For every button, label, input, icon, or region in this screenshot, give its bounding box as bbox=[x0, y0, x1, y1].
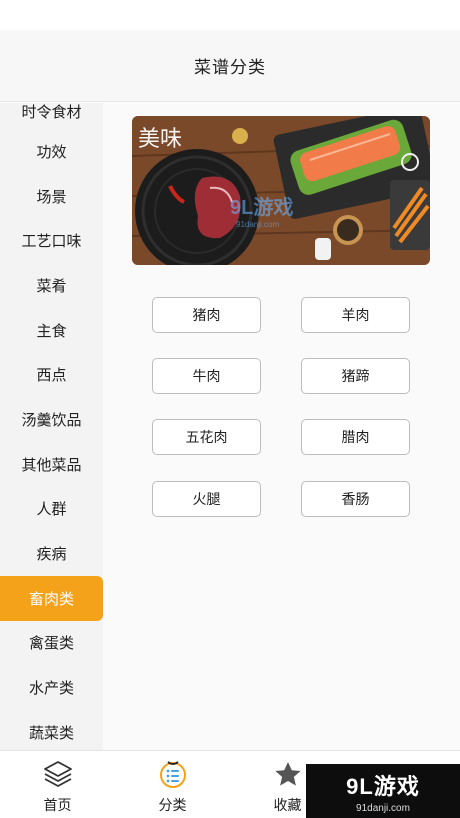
sidebar-list: 时令食材 功效 场景 工艺口味 菜肴 主食 西点 汤羹饮品 其他菜品 人群 疾病… bbox=[0, 103, 103, 750]
category-banner[interactable]: 美味 9L游戏 91danji.com bbox=[132, 116, 430, 265]
sidebar-item-soup-drinks[interactable]: 汤羹饮品 bbox=[0, 397, 103, 442]
layers-icon bbox=[42, 759, 74, 789]
tag-pork-button[interactable]: 猪肉 bbox=[152, 297, 261, 333]
sidebar-item-disease[interactable]: 疾病 bbox=[0, 531, 103, 576]
tag-label: 腊肉 bbox=[341, 429, 370, 445]
tab-label: 收藏 bbox=[273, 797, 302, 813]
main-content: 美味 9L游戏 91danji.com 猪肉 羊肉 牛肉 猪蹄 五花肉 腊肉 火… bbox=[103, 103, 460, 750]
page-header: 菜谱分类 bbox=[0, 30, 460, 102]
page-title: 菜谱分类 bbox=[194, 58, 266, 77]
status-bar bbox=[0, 0, 460, 30]
sidebar-item-label: 工艺口味 bbox=[21, 233, 82, 251]
sidebar-item-staple[interactable]: 主食 bbox=[0, 308, 103, 353]
sidebar-item-poultry-eggs[interactable]: 禽蛋类 bbox=[0, 621, 103, 666]
banner-watermark-logo: 9L游戏 bbox=[230, 195, 293, 219]
sidebar-item-efficacy[interactable]: 功效 bbox=[0, 129, 103, 174]
sidebar-item-label: 主食 bbox=[36, 322, 67, 340]
tag-sausage-button[interactable]: 香肠 bbox=[301, 481, 410, 517]
sidebar-item-pastry[interactable]: 西点 bbox=[0, 352, 103, 397]
tag-ham-button[interactable]: 火腿 bbox=[152, 481, 261, 517]
site-watermark: 9L游戏 91danji.com bbox=[306, 764, 460, 818]
sidebar-item-label: 功效 bbox=[36, 143, 67, 161]
tag-cured-meat-button[interactable]: 腊肉 bbox=[301, 419, 410, 455]
tab-home[interactable]: 首页 bbox=[0, 751, 115, 818]
tag-label: 猪蹄 bbox=[341, 368, 370, 384]
sidebar-item-seafood[interactable]: 水产类 bbox=[0, 665, 103, 710]
sidebar-item-label: 其他菜品 bbox=[21, 456, 82, 474]
sidebar-item-label: 水产类 bbox=[28, 680, 74, 698]
tag-beef-button[interactable]: 牛肉 bbox=[152, 358, 261, 394]
banner-overlay-text: 美味 bbox=[138, 126, 182, 151]
watermark-url: 91danji.com bbox=[356, 802, 410, 814]
tab-label: 分类 bbox=[158, 797, 187, 813]
sidebar-item-seasonal[interactable]: 时令食材 bbox=[0, 103, 103, 129]
sidebar-item-label: 菜肴 bbox=[36, 277, 67, 295]
tag-pig-trotter-button[interactable]: 猪蹄 bbox=[301, 358, 410, 394]
sidebar-item-vegetables[interactable]: 蔬菜类 bbox=[0, 710, 103, 750]
tag-label: 五花肉 bbox=[185, 429, 228, 445]
tab-category[interactable]: 分类 bbox=[115, 751, 230, 818]
sidebar-item-craft-taste[interactable]: 工艺口味 bbox=[0, 218, 103, 263]
sidebar-item-label: 西点 bbox=[36, 367, 67, 385]
tag-label: 羊肉 bbox=[341, 307, 370, 323]
sidebar-item-label: 人群 bbox=[36, 501, 67, 519]
tag-mutton-button[interactable]: 羊肉 bbox=[301, 297, 410, 333]
sidebar-item-label: 汤羹饮品 bbox=[21, 411, 82, 429]
sidebar-item-dishes[interactable]: 菜肴 bbox=[0, 263, 103, 308]
sidebar-item-label: 蔬菜类 bbox=[28, 724, 74, 742]
sidebar-item-other-dishes[interactable]: 其他菜品 bbox=[0, 442, 103, 487]
sidebar-item-people[interactable]: 人群 bbox=[0, 487, 103, 532]
banner-food-image: 美味 9L游戏 91danji.com bbox=[132, 116, 430, 265]
banner-watermark-url: 91danji.com bbox=[236, 220, 279, 229]
sidebar-item-label: 畜肉类 bbox=[28, 590, 74, 608]
tag-pork-belly-button[interactable]: 五花肉 bbox=[152, 419, 261, 455]
star-icon bbox=[272, 759, 304, 789]
watermark-logo: 9L游戏 bbox=[346, 773, 420, 799]
tag-label: 火腿 bbox=[192, 491, 221, 507]
sidebar-item-label: 场景 bbox=[36, 188, 67, 206]
sidebar-item-label: 禽蛋类 bbox=[28, 635, 74, 653]
sidebar-item-label: 疾病 bbox=[36, 546, 67, 564]
tag-label: 香肠 bbox=[341, 491, 370, 507]
sidebar-item-livestock-meat[interactable]: 畜肉类 bbox=[0, 575, 103, 621]
tag-label: 猪肉 bbox=[192, 307, 221, 323]
category-icon bbox=[157, 759, 189, 789]
tab-label: 首页 bbox=[43, 797, 72, 813]
sidebar-item-scene[interactable]: 场景 bbox=[0, 174, 103, 219]
tag-label: 牛肉 bbox=[192, 368, 221, 384]
sidebar-item-label: 时令食材 bbox=[21, 104, 82, 121]
category-sidebar[interactable]: 时令食材 功效 场景 工艺口味 菜肴 主食 西点 汤羹饮品 其他菜品 人群 疾病… bbox=[0, 103, 103, 750]
